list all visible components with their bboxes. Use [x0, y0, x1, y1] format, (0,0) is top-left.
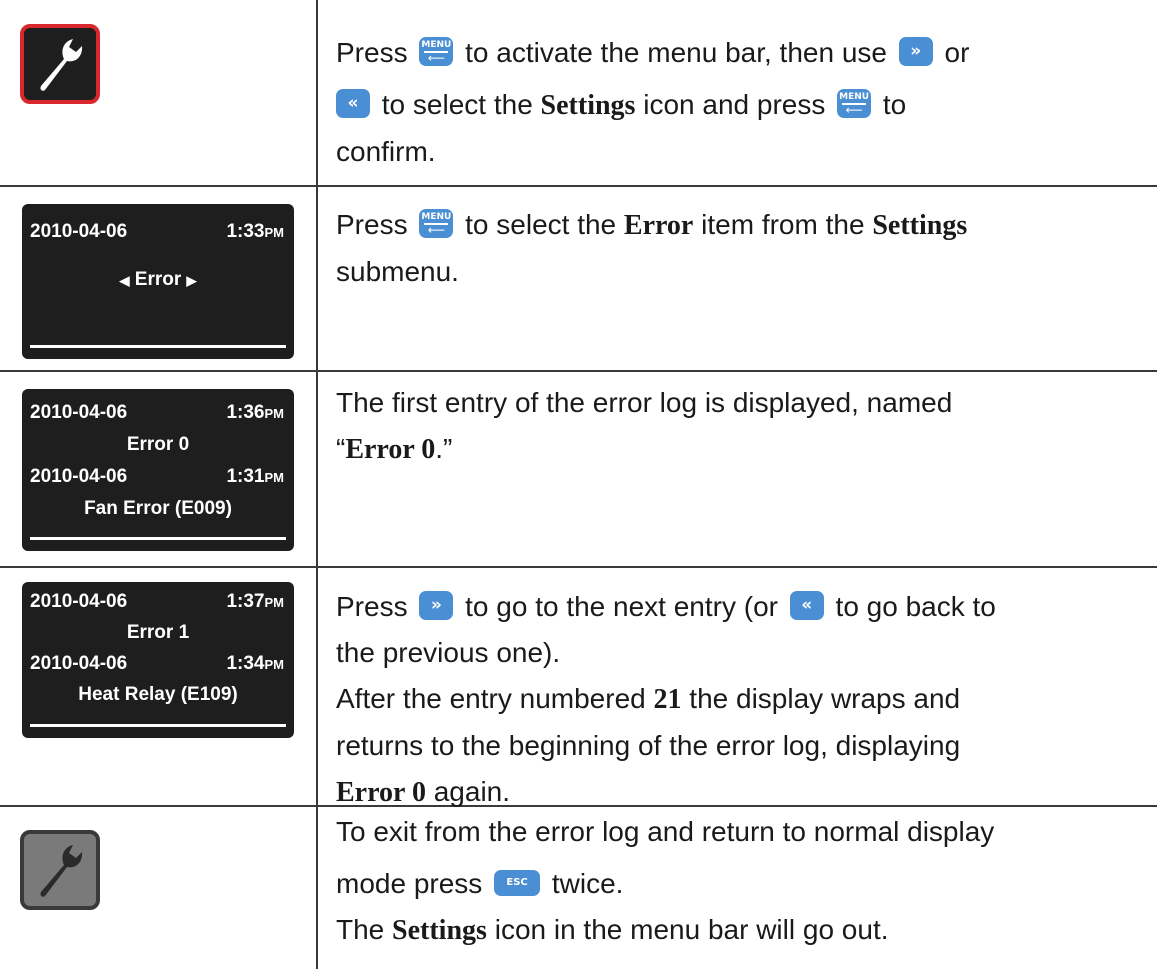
lcd-error-timestamp: 2010-04-06 1:31PM	[22, 463, 294, 491]
text: or	[944, 37, 970, 68]
lcd-header: 2010-04-06 1:33PM	[22, 218, 294, 246]
text: returns to the beginning of the error lo…	[336, 730, 961, 761]
lcd-menu-item: ◀ Error ▶	[22, 266, 294, 294]
lcd-time: 1:33PM	[226, 221, 284, 242]
lcd-display-error-0: 2010-04-06 1:36PM Error 0 2010-04-06 1:3…	[22, 389, 294, 551]
step-4-text: Press » to go to the next entry (or « to…	[336, 584, 1136, 816]
lcd-display-menu: 2010-04-06 1:33PM ◀ Error ▶	[22, 204, 294, 359]
settings-term: Settings	[392, 915, 487, 946]
text: .”	[435, 433, 453, 464]
enter-arrow-glyph: ⟵	[427, 223, 445, 238]
instruction-table: Press MENU ⟵ to activate the menu bar, th…	[0, 0, 1157, 969]
wrench-gray-icon	[20, 830, 100, 910]
menu-key-icon: MENU ⟵	[419, 209, 454, 239]
lcd-date: 2010-04-06	[30, 591, 128, 612]
lcd-menu-label: Error	[134, 269, 182, 290]
triangle-right-icon: ▶	[186, 273, 197, 288]
step-2-text: Press MENU ⟵ to select the Error item fro…	[336, 202, 1136, 295]
lcd-error-date: 2010-04-06	[30, 466, 128, 487]
step-row-1: Press MENU ⟵ to activate the menu bar, th…	[0, 0, 1157, 185]
lcd-date: 2010-04-06	[30, 402, 128, 423]
text: item from the	[701, 209, 865, 240]
text: After the entry numbered	[336, 683, 646, 714]
settings-term: Settings	[540, 90, 636, 121]
step-5-text: To exit from the error log and return to…	[336, 809, 1136, 954]
lcd-bottom-bar	[30, 724, 286, 727]
text: “	[336, 433, 346, 464]
step-1-text: Press MENU ⟵ to activate the menu bar, th…	[336, 30, 1136, 175]
step-3-text: The first entry of the error log is disp…	[336, 380, 1136, 473]
text: the display wraps and	[689, 683, 961, 714]
error-term: Error	[623, 210, 694, 241]
text: to	[882, 89, 907, 120]
left-key-icon: «	[336, 89, 370, 119]
lcd-error-description: Heat Relay (E109)	[78, 684, 238, 705]
text: The first entry of the error log is disp…	[336, 387, 953, 418]
lcd-time: 1:37PM	[226, 591, 284, 612]
text: icon in the menu bar will go out.	[494, 914, 889, 945]
menu-key-icon: MENU ⟵	[837, 89, 872, 119]
lcd-entry-label: Error 0	[126, 434, 190, 455]
triangle-left-icon: ◀	[119, 273, 130, 288]
lcd-error-description: Fan Error (E009)	[84, 498, 232, 519]
enter-arrow-glyph: ⟵	[427, 51, 445, 66]
text: to go back to	[835, 591, 996, 622]
text: To exit from the error log and return to…	[336, 816, 995, 847]
right-key-icon: »	[419, 591, 454, 621]
lcd-error-date: 2010-04-06	[30, 653, 128, 674]
text: The	[336, 914, 385, 945]
text: submenu.	[336, 256, 459, 287]
text: to activate the menu bar, then use	[465, 37, 887, 68]
esc-key-icon: ESC	[494, 869, 541, 896]
lcd-date: 2010-04-06	[30, 221, 128, 242]
text: Press	[336, 209, 408, 240]
lcd-entry-label: Error 1	[126, 622, 190, 643]
lcd-display-error-1: 2010-04-06 1:37PM Error 1 2010-04-06 1:3…	[22, 582, 294, 738]
settings-term: Settings	[872, 210, 968, 241]
menu-key-label: MENU	[421, 40, 452, 51]
step-row-3: 2010-04-06 1:36PM Error 0 2010-04-06 1:3…	[0, 372, 1157, 566]
text: the previous one).	[336, 637, 561, 668]
menu-key-icon: MENU ⟵	[419, 37, 454, 67]
left-key-icon: «	[789, 591, 824, 621]
lcd-bottom-bar	[30, 537, 286, 540]
error-0-term: Error 0	[336, 777, 426, 808]
error-0-term: Error 0	[345, 434, 436, 465]
text: twice.	[551, 868, 624, 899]
wrench-red-icon	[20, 24, 100, 104]
step-row-4: 2010-04-06 1:37PM Error 1 2010-04-06 1:3…	[0, 568, 1157, 808]
text: mode press	[336, 868, 483, 899]
text: to go to the next entry (or	[465, 591, 778, 622]
right-key-icon: »	[898, 37, 933, 67]
step-row-5: To exit from the error log and return to…	[0, 807, 1157, 969]
text: confirm.	[336, 136, 436, 167]
lcd-header: 2010-04-06 1:37PM	[22, 588, 294, 616]
lcd-error-time: 1:34PM	[226, 653, 284, 674]
entry-number: 21	[653, 684, 682, 715]
lcd-error-time: 1:31PM	[226, 466, 284, 487]
lcd-time: 1:36PM	[226, 402, 284, 423]
text: again.	[433, 776, 511, 807]
text: Press	[336, 591, 408, 622]
menu-key-label: MENU	[421, 212, 452, 223]
text: Press	[336, 37, 408, 68]
text: to select the	[381, 89, 533, 120]
lcd-error-timestamp: 2010-04-06 1:34PM	[22, 650, 294, 678]
step-row-2: 2010-04-06 1:33PM ◀ Error ▶ Press MENU ⟵ …	[0, 187, 1157, 370]
lcd-header: 2010-04-06 1:36PM	[22, 399, 294, 427]
text: icon and press	[643, 89, 826, 120]
enter-arrow-glyph: ⟵	[845, 103, 863, 118]
text: to select the	[465, 209, 617, 240]
menu-key-label: MENU	[839, 92, 870, 103]
lcd-bottom-bar	[30, 345, 286, 348]
